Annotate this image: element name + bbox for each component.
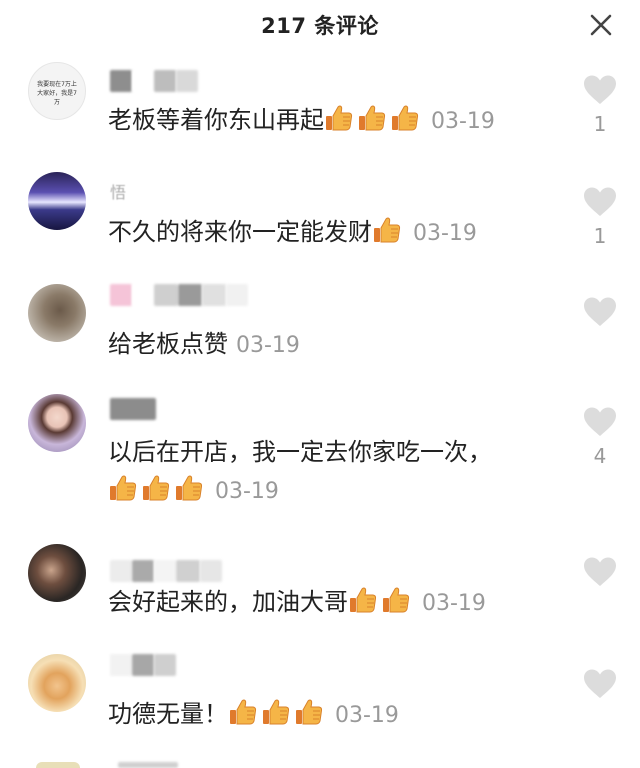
username[interactable] <box>110 68 198 94</box>
like-count: 1 <box>593 112 607 136</box>
comment-date: 03-19 <box>335 703 399 728</box>
thumbs-up-icon <box>261 697 291 727</box>
comment-date: 03-19 <box>215 479 279 504</box>
avatar[interactable] <box>28 284 86 342</box>
heart-icon <box>582 406 618 438</box>
comment-date: 03-19 <box>431 109 495 134</box>
avatar[interactable]: 我要现在7万上 大家好，我是7万 <box>28 62 86 120</box>
avatar[interactable] <box>28 394 86 452</box>
username[interactable] <box>110 558 222 584</box>
thumbs-up-icon <box>372 215 402 245</box>
like-button[interactable]: 4 <box>580 406 620 468</box>
like-button[interactable] <box>580 556 620 594</box>
thumbs-up-icon <box>381 585 411 615</box>
avatar-caption: 我要现在7万上 大家好，我是7万 <box>37 81 77 106</box>
heart-icon <box>582 556 618 588</box>
comments-count-title: 217 条评论 <box>261 14 379 38</box>
comment-date: 03-19 <box>422 591 486 616</box>
comment-text: 会好起来的，加油大哥 <box>108 588 348 616</box>
like-count: 4 <box>593 444 607 468</box>
like-button[interactable] <box>580 668 620 706</box>
avatar[interactable] <box>28 544 86 602</box>
next-comment-partial <box>0 760 640 768</box>
comment-text: 以后在开店，我一定去你家吃一次， <box>108 438 492 466</box>
thumbs-up-icon <box>108 473 138 503</box>
like-count: 1 <box>593 224 607 248</box>
like-button[interactable]: 1 <box>580 186 620 248</box>
like-button[interactable] <box>580 296 620 334</box>
comments-header: 217 条评论 <box>0 0 640 52</box>
username[interactable] <box>110 652 176 678</box>
comment-text: 不久的将来你一定能发财 <box>108 218 372 246</box>
username-text: 悟 <box>110 183 127 202</box>
comment-date: 03-19 <box>413 221 477 246</box>
thumbs-up-icon <box>324 103 354 133</box>
avatar[interactable] <box>28 172 86 230</box>
username[interactable] <box>110 396 156 422</box>
comment-text: 老板等着你东山再起 <box>108 106 324 134</box>
thumbs-up-icon <box>390 103 420 133</box>
heart-icon <box>582 74 618 106</box>
like-button[interactable]: 1 <box>580 74 620 136</box>
thumbs-up-icon <box>348 585 378 615</box>
username[interactable]: 悟 <box>110 178 126 204</box>
heart-icon <box>582 668 618 700</box>
close-icon[interactable] <box>584 8 618 42</box>
avatar[interactable] <box>28 654 86 712</box>
thumbs-up-icon <box>228 697 258 727</box>
heart-icon <box>582 186 618 218</box>
thumbs-up-icon <box>357 103 387 133</box>
username[interactable] <box>110 282 248 308</box>
heart-icon <box>582 296 618 328</box>
comment-date: 03-19 <box>236 333 300 358</box>
thumbs-up-icon <box>174 473 204 503</box>
comment-text: 给老板点赞 <box>108 330 228 358</box>
thumbs-up-icon <box>141 473 171 503</box>
comment-text: 功德无量！ <box>108 700 228 728</box>
thumbs-up-icon <box>294 697 324 727</box>
